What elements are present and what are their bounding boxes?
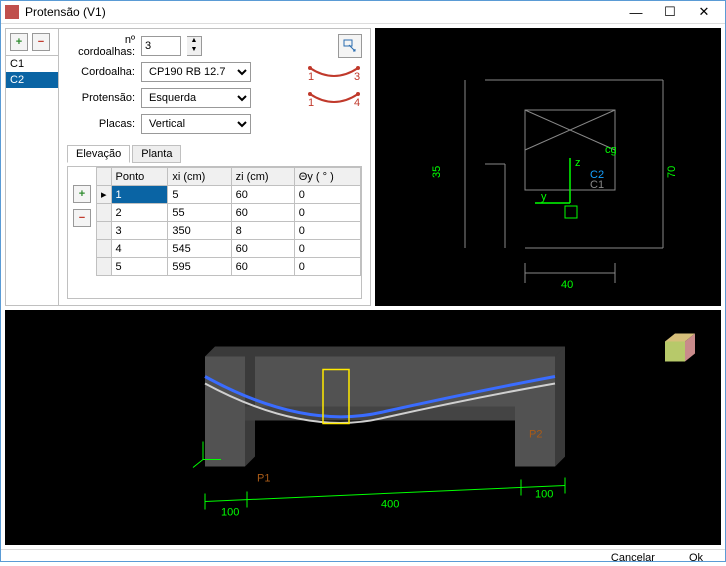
svg-text:1: 1: [308, 71, 314, 82]
protensao-select[interactable]: Esquerda: [141, 88, 251, 108]
tendon-diagram-top: 13: [306, 62, 362, 82]
cell[interactable]: 5: [168, 186, 231, 204]
close-button[interactable]: ✕: [687, 1, 721, 23]
cell[interactable]: 55: [168, 204, 231, 222]
table-row[interactable]: 255600: [97, 204, 361, 222]
label-cg: cg: [605, 144, 617, 156]
label-z: z: [575, 157, 581, 169]
add-cable-button[interactable]: +: [10, 33, 28, 51]
titlebar: Protensão (V1) — ☐ ✕: [1, 1, 725, 24]
cell[interactable]: 350: [168, 222, 231, 240]
col-header[interactable]: zi (cm): [231, 168, 294, 186]
dim-35: 35: [431, 166, 443, 178]
placas-label: Placas:: [67, 118, 135, 130]
row-header[interactable]: [97, 240, 112, 258]
section-viewport[interactable]: C2 C1 cg y z 35 70 40: [375, 28, 721, 306]
cable-list-panel: + − C1C2: [5, 28, 59, 306]
cell[interactable]: 3: [111, 222, 168, 240]
dialog-footer: Cancelar Ok: [1, 549, 725, 566]
cell[interactable]: 0: [294, 258, 360, 276]
tendon-diagram-bottom: 14: [306, 88, 362, 108]
cell[interactable]: 2: [111, 204, 168, 222]
ncordoalhas-up[interactable]: ▲: [187, 37, 201, 46]
ncordoalhas-down[interactable]: ▼: [187, 46, 201, 55]
cable-item[interactable]: C1: [6, 56, 58, 72]
cell[interactable]: 60: [231, 186, 294, 204]
svg-text:C1: C1: [590, 179, 604, 191]
cordoalha-select[interactable]: CP190 RB 12.7: [141, 62, 251, 82]
dim-len2: 400: [381, 499, 399, 511]
pick-tool-button[interactable]: [338, 34, 362, 58]
cell[interactable]: 8: [231, 222, 294, 240]
remove-cable-button[interactable]: −: [32, 33, 50, 51]
cell[interactable]: 60: [231, 240, 294, 258]
tab-elevacao[interactable]: Elevação: [67, 145, 130, 163]
table-row[interactable]: 4545600: [97, 240, 361, 258]
ok-button[interactable]: Ok: [685, 550, 707, 566]
table-row[interactable]: ▸15600: [97, 186, 361, 204]
cell[interactable]: 0: [294, 240, 360, 258]
cell[interactable]: 545: [168, 240, 231, 258]
points-grid[interactable]: Pontoxi (cm)zi (cm)Θy ( ° ) ▸15600255600…: [96, 167, 361, 298]
cell[interactable]: 0: [294, 222, 360, 240]
cable-item[interactable]: C2: [6, 72, 58, 88]
cell[interactable]: 5: [111, 258, 168, 276]
minimize-button[interactable]: —: [619, 1, 653, 23]
model-viewport[interactable]: P1 P2 100 400 100: [5, 310, 721, 545]
cell[interactable]: 0: [294, 186, 360, 204]
placas-select[interactable]: Vertical: [141, 114, 251, 134]
window-title: Protensão (V1): [25, 5, 619, 19]
table-row[interactable]: 5595600: [97, 258, 361, 276]
add-point-button[interactable]: +: [73, 185, 91, 203]
col-header[interactable]: Θy ( ° ): [294, 168, 360, 186]
table-row[interactable]: 335080: [97, 222, 361, 240]
label-y: y: [541, 191, 547, 203]
cell[interactable]: 1: [111, 186, 168, 204]
config-pane: + − C1C2 nº cordoalhas: ▲ ▼: [5, 28, 371, 306]
cancel-button[interactable]: Cancelar: [607, 550, 659, 566]
dim-40: 40: [561, 279, 573, 291]
view-cube[interactable]: [665, 334, 695, 362]
svg-text:3: 3: [354, 71, 360, 82]
app-icon: [5, 5, 19, 19]
tab-planta[interactable]: Planta: [132, 145, 181, 163]
row-header[interactable]: ▸: [97, 186, 112, 204]
svg-text:1: 1: [308, 97, 314, 108]
row-header[interactable]: [97, 204, 112, 222]
row-header[interactable]: [97, 258, 112, 276]
remove-point-button[interactable]: −: [73, 209, 91, 227]
label-p1: P1: [257, 473, 270, 485]
protensao-label: Protensão:: [67, 92, 135, 104]
cell[interactable]: 595: [168, 258, 231, 276]
dim-len3: 100: [535, 489, 553, 501]
cursor-icon: [343, 39, 357, 53]
cell[interactable]: 0: [294, 204, 360, 222]
dim-70: 70: [666, 166, 678, 178]
dim-len1: 100: [221, 507, 239, 519]
cell[interactable]: 60: [231, 204, 294, 222]
maximize-button[interactable]: ☐: [653, 1, 687, 23]
cable-list[interactable]: C1C2: [6, 55, 58, 305]
ncordoalhas-input[interactable]: [141, 36, 181, 56]
cell[interactable]: 4: [111, 240, 168, 258]
svg-text:4: 4: [354, 97, 360, 108]
cell[interactable]: 60: [231, 258, 294, 276]
row-header[interactable]: [97, 222, 112, 240]
cordoalha-label: Cordoalha:: [67, 66, 135, 78]
label-p2: P2: [529, 429, 542, 441]
window: Protensão (V1) — ☐ ✕ + − C1C2 nº cordoa: [0, 0, 726, 562]
ncordoalhas-label: nº cordoalhas:: [67, 34, 135, 58]
col-header[interactable]: Ponto: [111, 168, 168, 186]
col-header[interactable]: xi (cm): [168, 168, 231, 186]
